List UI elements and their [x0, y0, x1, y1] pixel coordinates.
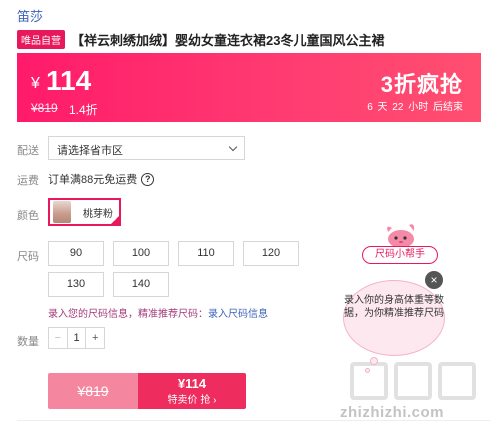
bubble-tail [365, 368, 370, 373]
buy-now-button[interactable]: ¥114 特卖价 抢 › [138, 373, 246, 409]
enter-size-link[interactable]: 录入尺码信息 [208, 309, 268, 320]
watermark-glyph [394, 362, 432, 400]
current-price: 114 [46, 65, 92, 96]
size-option-130[interactable]: 130 [48, 272, 104, 297]
selected-check-icon [109, 214, 121, 226]
buy-action-label: 特卖价 抢 › [167, 395, 217, 406]
countdown-timer: 6 天 22 小时 后结束 [367, 102, 463, 113]
buy-button[interactable]: ¥819 ¥114 特卖价 抢 › [48, 373, 246, 409]
promo-label: 3折疯抢 [380, 72, 463, 97]
freight-label: 运费 [17, 175, 39, 187]
quantity-value[interactable]: 1 [68, 328, 86, 348]
color-option-selected[interactable]: 桃芽粉 [48, 198, 121, 226]
product-title: 【祥云刺绣加绒】婴幼女童连衣裙23冬儿童国风公主裙 [71, 32, 385, 48]
currency-symbol: ¥ [31, 75, 40, 92]
quantity-label: 数量 [17, 336, 39, 348]
price-banner: ¥ 114 ¥819 1.4折 3折疯抢 6 天 22 小时 后结束 [17, 53, 481, 122]
freight-text: 订单满88元免运费 [48, 174, 138, 186]
size-label: 尺码 [17, 251, 39, 263]
buy-original-price: ¥819 [48, 373, 138, 409]
brand-name[interactable]: 笛莎 [17, 6, 43, 25]
quantity-decrease-button[interactable]: − [49, 328, 68, 348]
size-option-120[interactable]: 120 [243, 241, 299, 266]
size-option-90[interactable]: 90 [48, 241, 104, 266]
size-hint-text: 录入您的尺码信息，精准推荐尺码： [48, 309, 208, 320]
size-helper-bubble[interactable]: 录入你的身高体重等数据，为你精准推荐尺码 [343, 280, 445, 356]
freight-info: 订单满88元免运费 ? [48, 171, 155, 187]
product-title-row: 唯品自营 【祥云刺绣加绒】婴幼女童连衣裙23冬儿童国风公主裙 [17, 29, 490, 49]
discount-rate: 1.4折 [69, 103, 98, 117]
bubble-tail [370, 357, 378, 365]
region-select-placeholder: 请选择省市区 [57, 145, 123, 157]
self-operated-badge: 唯品自营 [17, 29, 65, 49]
delivery-label: 配送 [17, 145, 39, 157]
size-helper-tag[interactable]: 尺码小帮手 [362, 246, 438, 264]
question-circle-icon[interactable]: ? [141, 172, 155, 186]
buy-price: ¥114 [177, 376, 207, 391]
size-option-100[interactable]: 100 [113, 241, 169, 266]
quantity-increase-button[interactable]: + [85, 328, 104, 348]
size-hint: 录入您的尺码信息，精准推荐尺码：录入尺码信息 [48, 305, 268, 320]
chevron-down-icon [228, 142, 238, 152]
quantity-stepper: − 1 + [48, 327, 105, 349]
color-thumbnail [53, 201, 71, 223]
mascot-icon [387, 224, 415, 248]
original-price: ¥819 [31, 101, 58, 115]
size-option-110[interactable]: 110 [178, 241, 234, 266]
watermark-glyph [438, 362, 476, 400]
watermark-text: zhizhizhi.com [340, 404, 444, 421]
color-label: 颜色 [17, 210, 39, 222]
size-option-140[interactable]: 140 [113, 272, 169, 297]
close-icon[interactable]: × [425, 271, 443, 289]
region-select[interactable]: 请选择省市区 [48, 136, 245, 160]
